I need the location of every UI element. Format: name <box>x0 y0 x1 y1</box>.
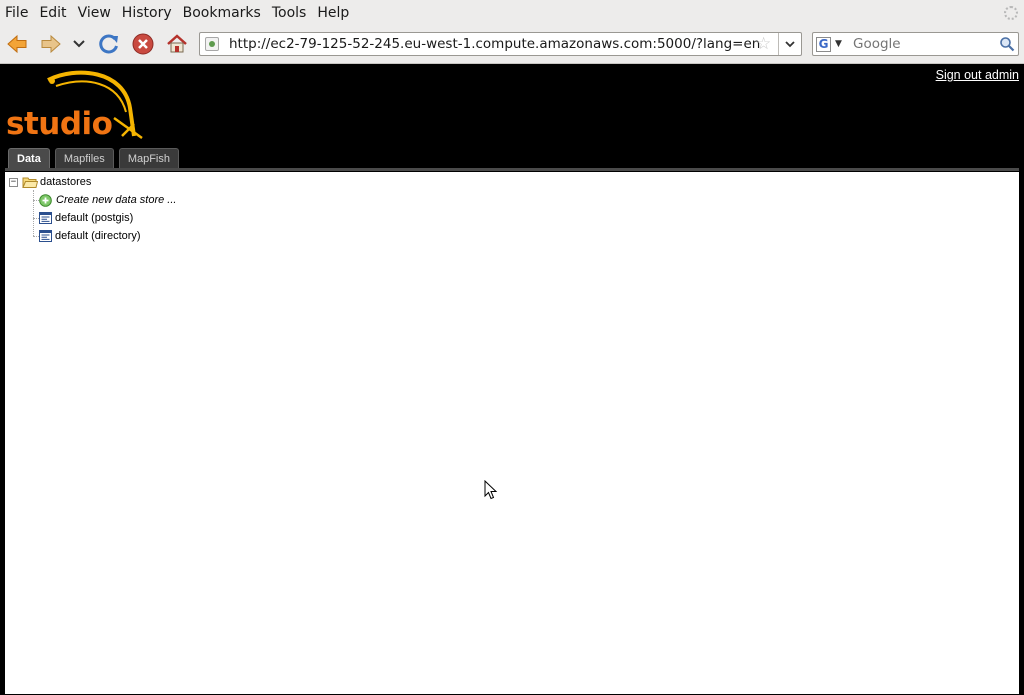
menu-file[interactable]: File <box>0 5 34 21</box>
studio-logo: studio <box>6 68 151 142</box>
url-text[interactable]: http://ec2-79-125-52-245.eu-west-1.compu… <box>229 36 760 52</box>
menu-tools[interactable]: Tools <box>267 5 313 21</box>
url-bar[interactable]: http://ec2-79-125-52-245.eu-west-1.compu… <box>199 32 802 56</box>
tree-node-datastores[interactable]: − datastores <box>9 174 91 190</box>
menu-edit[interactable]: Edit <box>34 5 72 21</box>
tree-node-create-datastore[interactable]: Create new data store ... <box>39 192 176 208</box>
search-input[interactable] <box>853 35 993 53</box>
search-icon[interactable] <box>999 36 1015 52</box>
chevron-down-icon: ▼ <box>835 39 842 49</box>
tree-node-label[interactable]: default (directory) <box>55 230 141 242</box>
forward-arrow-icon <box>41 34 61 54</box>
google-icon: G <box>816 36 831 52</box>
tree-node-label[interactable]: datastores <box>40 176 91 188</box>
collapse-icon[interactable]: − <box>9 177 18 187</box>
tab-data[interactable]: Data <box>8 148 50 168</box>
tab-strip <box>5 168 1019 171</box>
tree-node-label[interactable]: Create new data store ... <box>56 194 176 206</box>
back-button[interactable] <box>4 32 30 56</box>
search-bar[interactable]: G ▼ <box>812 32 1019 56</box>
add-icon <box>39 193 52 207</box>
main-tabs: Data Mapfiles MapFish <box>8 148 184 168</box>
stop-icon <box>132 33 154 55</box>
bookmark-star-icon[interactable]: ☆ <box>756 34 771 54</box>
url-dropdown-button[interactable] <box>778 33 801 55</box>
menu-help[interactable]: Help <box>312 5 355 21</box>
home-button[interactable] <box>164 32 190 56</box>
throbber-icon <box>1004 6 1018 20</box>
menu-history[interactable]: History <box>117 5 178 21</box>
folder-open-icon <box>22 177 38 188</box>
history-dropdown-button[interactable] <box>68 32 90 56</box>
home-icon <box>167 34 187 53</box>
search-engine-selector[interactable]: G ▼ <box>816 36 849 52</box>
chevron-down-icon <box>73 40 85 48</box>
tree-node-label[interactable]: default (postgis) <box>55 212 133 224</box>
forward-button[interactable] <box>38 32 64 56</box>
mouse-pointer-icon <box>484 480 498 500</box>
menu-bar: File Edit View History Bookmarks Tools H… <box>0 0 1024 25</box>
tab-mapfish[interactable]: MapFish <box>118 148 179 168</box>
tree-connector <box>33 190 34 236</box>
menu-view[interactable]: View <box>73 5 117 21</box>
tree-node-datastore[interactable]: default (postgis) <box>39 210 133 226</box>
reload-button[interactable] <box>96 32 122 56</box>
tree-node-datastore[interactable]: default (directory) <box>39 228 141 244</box>
page-content: studio Sign out admin Data Mapfiles MapF… <box>0 64 1024 695</box>
back-arrow-icon <box>7 34 27 54</box>
sign-out-link[interactable]: Sign out admin <box>936 68 1019 82</box>
chevron-down-icon <box>785 41 795 48</box>
menu-bookmarks[interactable]: Bookmarks <box>178 5 267 21</box>
datastore-icon <box>39 230 52 242</box>
logo-text: studio <box>6 106 113 142</box>
stop-button[interactable] <box>130 32 156 56</box>
data-panel: − datastores Create new data store ... d… <box>5 172 1019 694</box>
datastore-icon <box>39 212 52 224</box>
reload-icon <box>99 34 118 54</box>
site-identity-icon[interactable] <box>205 37 219 51</box>
tab-mapfiles[interactable]: Mapfiles <box>54 148 114 168</box>
